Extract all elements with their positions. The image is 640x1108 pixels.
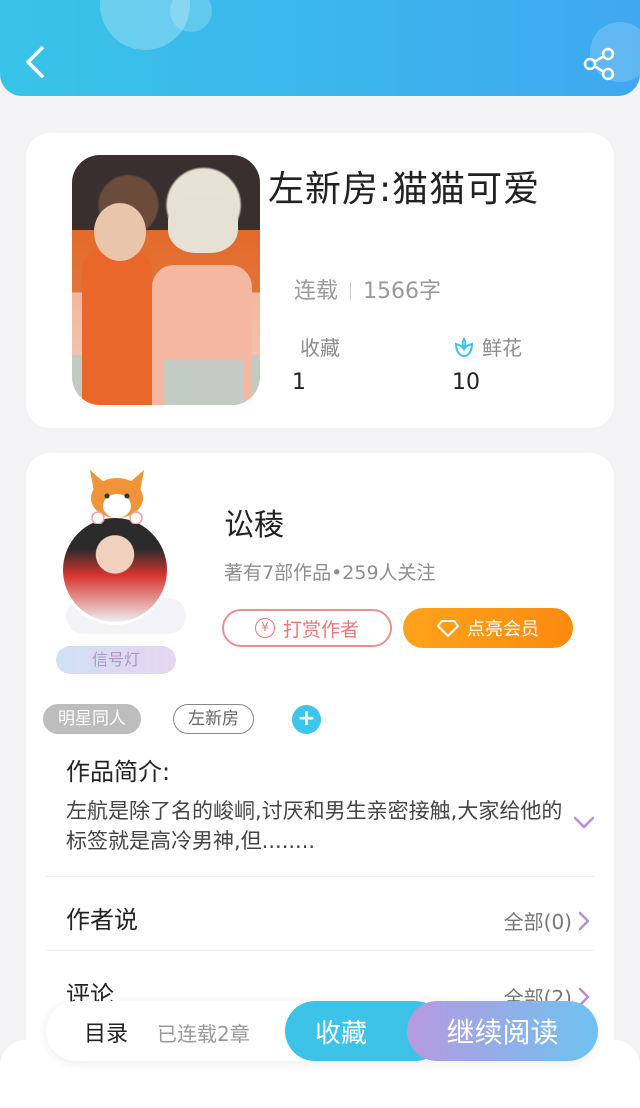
author-avatar[interactable] (60, 515, 170, 625)
favorites-count: 1 (292, 370, 306, 395)
flowers-stat[interactable]: 鲜花 (452, 332, 522, 361)
book-title: 左新房:猫猫可爱 (268, 169, 541, 210)
vip-button[interactable]: 点亮会员 (403, 608, 573, 648)
book-meta: 连载 1566字 (294, 273, 441, 305)
flower-icon (454, 337, 474, 358)
yen-icon: ¥ (254, 618, 275, 638)
share-icon (583, 47, 615, 81)
author-says-count: 全部(0) (503, 910, 572, 934)
tip-label: 打赏作者 (282, 618, 359, 641)
flowers-label: 鲜花 (482, 336, 522, 360)
book-status: 连载 (294, 279, 339, 304)
add-tag-button[interactable]: + (292, 705, 321, 734)
toc-button[interactable]: 目录 (84, 1016, 128, 1048)
author-says-all[interactable]: 全部(0) (504, 906, 590, 935)
favorites-label: 收藏 (300, 336, 340, 360)
divider (46, 876, 594, 877)
chevron-right-icon (578, 911, 590, 930)
intro-title: 作品简介: (66, 758, 171, 786)
chevron-left-icon (26, 46, 44, 78)
tag-chip[interactable]: 左新房 (173, 704, 254, 734)
chapters-count: 已连载2章 (157, 1022, 250, 1046)
divider (350, 282, 352, 300)
share-button[interactable] (580, 46, 618, 82)
divider (46, 950, 594, 951)
corgi-decoration-icon (90, 470, 144, 524)
continue-reading-button[interactable]: 继续阅读 (407, 1001, 598, 1061)
tag-chip[interactable]: 明星同人 (43, 704, 141, 734)
chevron-down-icon[interactable] (572, 815, 596, 831)
tip-author-button[interactable]: ¥ 打赏作者 (222, 609, 392, 647)
back-button[interactable] (18, 42, 54, 82)
flowers-count: 10 (452, 370, 480, 395)
diamond-icon (437, 620, 459, 637)
top-bar (0, 0, 640, 96)
signal-badge[interactable]: 信号灯 (56, 646, 176, 674)
author-says-title[interactable]: 作者说 (66, 900, 138, 935)
word-count: 1566字 (363, 279, 442, 304)
vip-label: 点亮会员 (467, 619, 539, 640)
book-cover-image[interactable] (72, 155, 260, 405)
author-stats: 著有7部作品•259人关注 (224, 562, 436, 584)
intro-text: 左航是除了名的峻峒,讨厌和男生亲密接触,大家给他的标签就是高冷男神,但.....… (66, 799, 563, 853)
author-name[interactable]: 讼稜 (224, 500, 284, 544)
